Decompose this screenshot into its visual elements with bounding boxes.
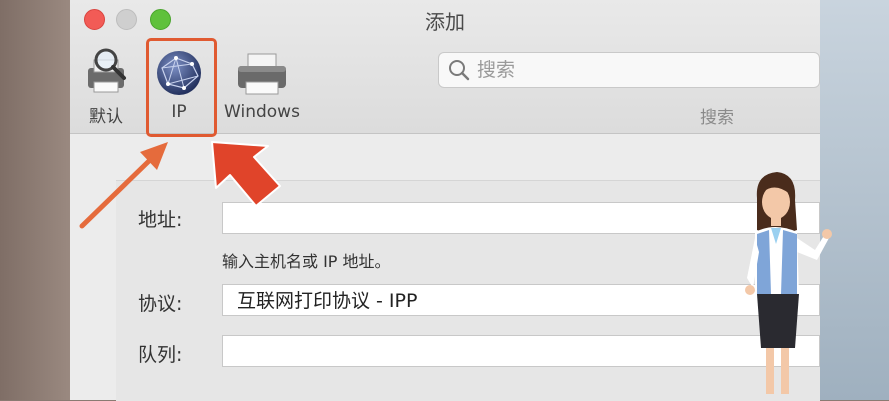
cartoon-presenter-image xyxy=(745,172,832,394)
block-arrow-icon xyxy=(211,141,281,207)
thin-arrow-icon xyxy=(79,142,168,229)
